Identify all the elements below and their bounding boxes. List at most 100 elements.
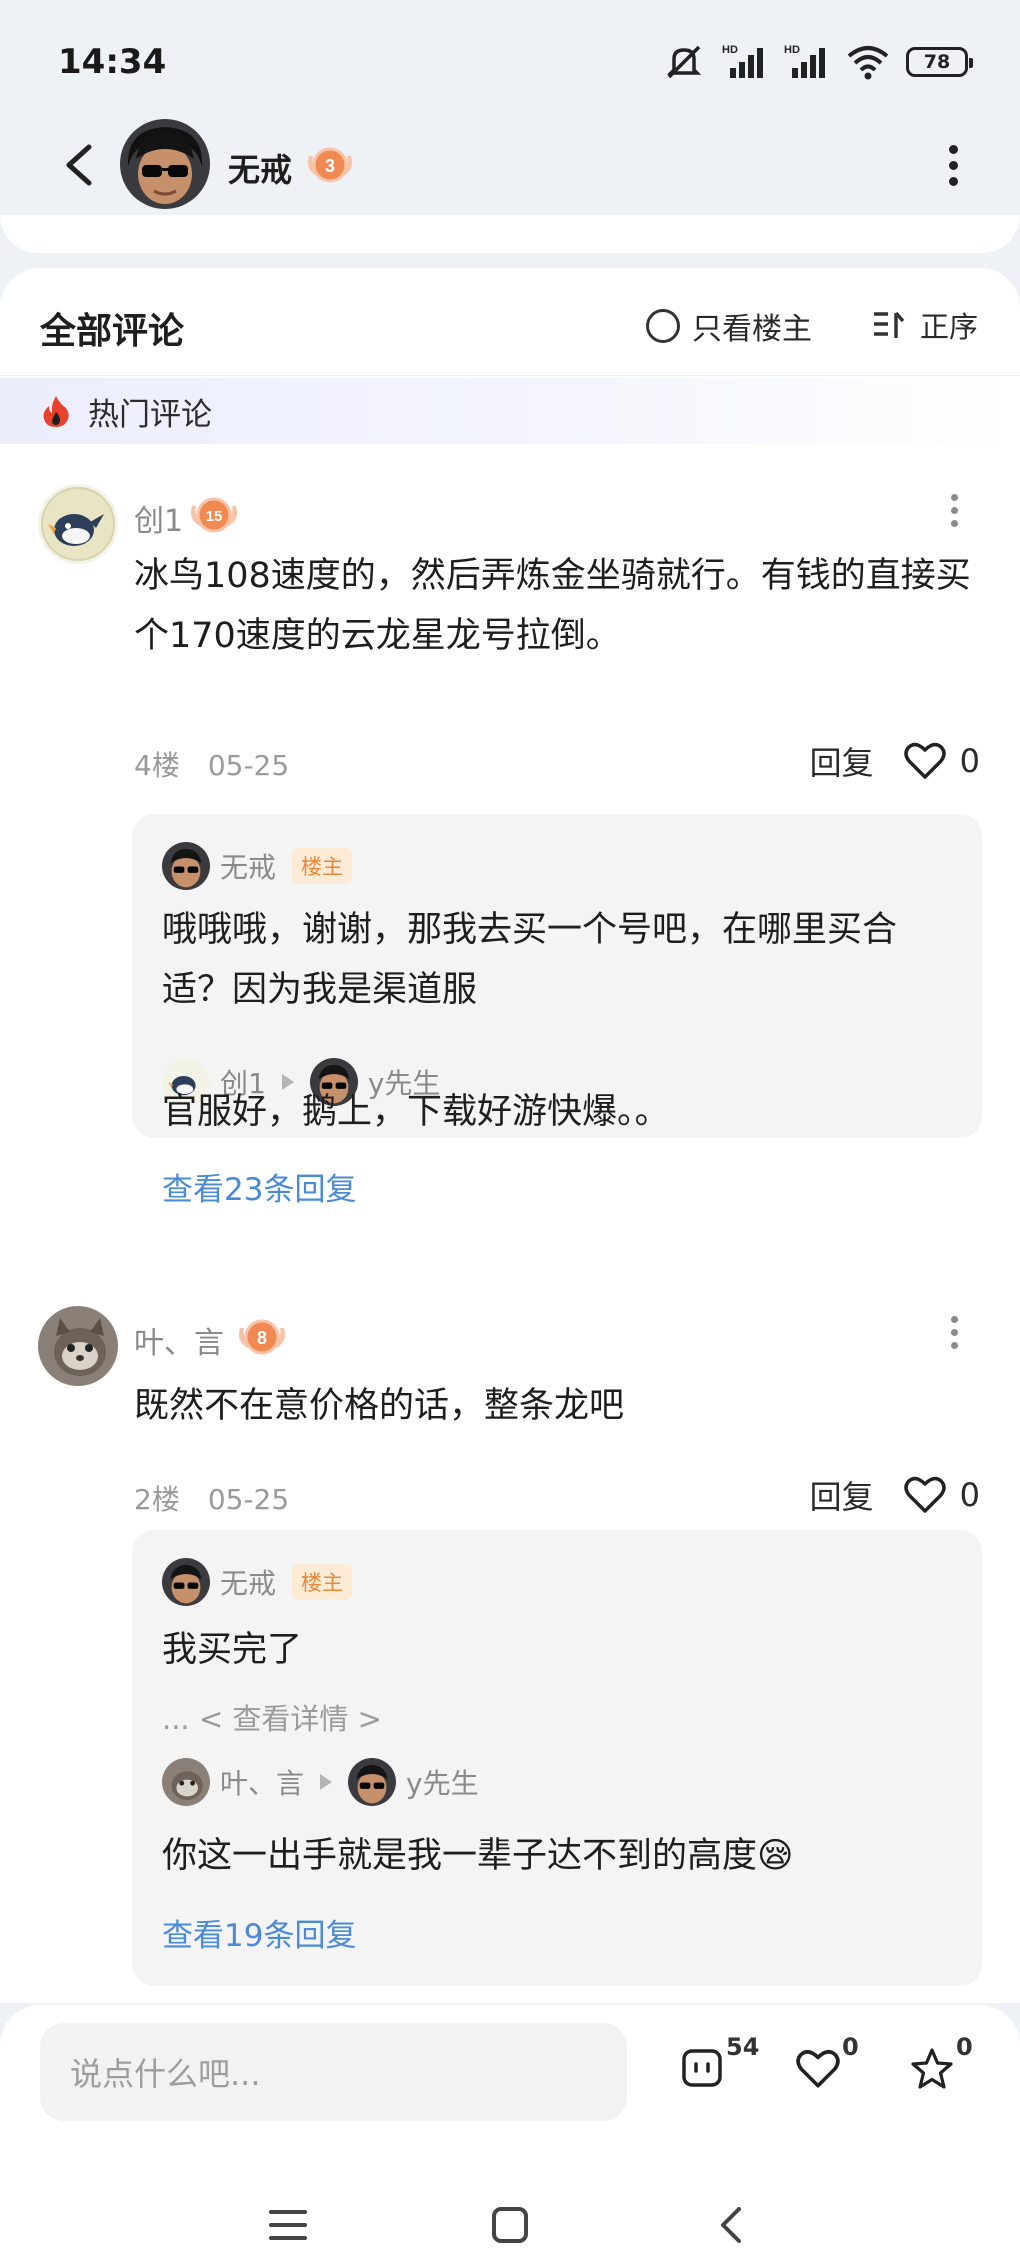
reply-target-avatar[interactable]	[348, 1758, 397, 1806]
op-tag: 楼主	[292, 848, 353, 884]
more-dot	[950, 1329, 958, 1336]
view-detail-link[interactable]: ... < 查看详情 >	[162, 1696, 382, 1738]
reply-button[interactable]: 回复	[810, 738, 874, 784]
op-tag: 楼主	[292, 1564, 353, 1600]
level-badge-text: 8	[257, 1328, 267, 1348]
cat-avatar-image	[38, 1306, 118, 1386]
favorite-count: 0	[956, 2033, 973, 2061]
commenter-name[interactable]: 叶、言	[134, 1318, 224, 1362]
only-op-label: 只看楼主	[692, 312, 812, 347]
comment-actions: 回复 0	[810, 738, 980, 784]
level-badge-text: 3	[325, 156, 335, 176]
more-dot	[948, 144, 958, 154]
comment-count: 54	[726, 2033, 760, 2061]
level-badge: 3	[305, 142, 355, 192]
fire-icon	[43, 396, 69, 427]
nav-menu-button[interactable]	[258, 2195, 318, 2255]
hot-comments-bar: 热门评论	[0, 378, 1020, 444]
reply-text: 我买完了	[162, 1630, 303, 1670]
comment-text: 既然不在意价格的话，整条龙吧	[134, 1386, 625, 1426]
comment-button[interactable]: 54	[680, 2033, 760, 2105]
only-op-toggle[interactable]: 只看楼主	[646, 304, 812, 348]
reply-avatar[interactable]	[162, 1758, 210, 1806]
radio-circle-icon	[646, 309, 680, 343]
reply-author-name[interactable]: 叶、言	[220, 1762, 304, 1802]
status-time: 14:34	[58, 42, 167, 82]
reply-text: 哦哦哦，谢谢，那我去买一个号吧，在哪里买合适？因为我是渠道服	[162, 910, 898, 1010]
reply-author-line: 无戒 楼主	[162, 842, 353, 890]
back-button[interactable]	[48, 135, 108, 195]
comment-more-button[interactable]	[944, 1316, 964, 1349]
comment-icon	[682, 2049, 722, 2087]
reply-author-name[interactable]: 无戒	[220, 846, 276, 886]
reply-target-name[interactable]: y先生	[406, 1762, 479, 1802]
comment-more-button[interactable]	[944, 494, 964, 527]
reply-chain-line: 叶、言 y先生	[162, 1758, 479, 1806]
user-avatar-image	[348, 1758, 397, 1806]
wifi-icon	[847, 46, 889, 80]
favorite-button[interactable]: 0	[910, 2033, 973, 2105]
all-comments-title: 全部评论	[40, 311, 185, 352]
avatar[interactable]	[120, 119, 210, 209]
like-count: 0	[959, 1476, 980, 1514]
reply-button[interactable]: 回复	[810, 1472, 874, 1518]
reply-box-overlay	[132, 814, 982, 815]
menu-icon	[269, 2210, 307, 2240]
reply-author-line: 无戒 楼主	[162, 1558, 353, 1606]
reply-text: 官服好，鹅上，下载好游快爆。。	[162, 1092, 670, 1132]
like-count: 0	[842, 2033, 859, 2061]
comment-meta: 4楼 05-25	[134, 744, 289, 784]
header: 无戒 3	[0, 115, 1020, 215]
more-dot	[950, 1342, 958, 1349]
home-icon	[492, 2207, 528, 2243]
commenter-name[interactable]: 创1	[134, 496, 183, 540]
comment-item: 叶、言 8 既然不在意价格的话，整条龙吧 2楼 05-25 回复 0 无戒 楼主…	[0, 1306, 1020, 1986]
sort-label: 正序	[919, 310, 978, 344]
level-badge: 15	[188, 492, 240, 542]
comment-date: 05-25	[207, 1483, 290, 1516]
floor-number: 4楼	[134, 749, 180, 782]
comment-date: 05-25	[207, 749, 290, 782]
svg-text:HD: HD	[722, 44, 738, 56]
view-replies-link[interactable]: 查看23条回复	[162, 1164, 356, 1209]
star-icon	[911, 2048, 953, 2089]
comment-text: 冰鸟108速度的，然后弄炼金坐骑就行。有钱的直接买个170速度的云龙星龙号拉倒。	[134, 556, 971, 656]
heart-icon	[796, 2050, 840, 2088]
view-replies-link[interactable]: 查看19条回复	[162, 1910, 356, 1955]
commenter-avatar[interactable]	[38, 1306, 118, 1386]
sort-button[interactable]: 正序	[872, 304, 978, 346]
more-dot	[950, 1316, 958, 1323]
like-count: 0	[959, 742, 980, 780]
back-nav-icon	[721, 2207, 741, 2243]
like-button[interactable]: 0	[903, 742, 980, 780]
more-options-button[interactable]	[928, 140, 978, 190]
like-button[interactable]: 0	[903, 1476, 980, 1514]
more-dot	[950, 507, 958, 514]
comment-actions: 回复 0	[810, 1472, 980, 1518]
status-bar: 14:34 HD HD 78	[0, 0, 1020, 120]
nav-back-button[interactable]	[700, 2195, 760, 2255]
like-post-button[interactable]: 0	[796, 2033, 859, 2105]
username[interactable]: 无戒	[228, 145, 292, 191]
comment-meta: 2楼 05-25	[134, 1478, 289, 1518]
more-dot	[948, 160, 958, 170]
user-avatar-image	[120, 119, 210, 209]
bird-avatar-image	[38, 484, 118, 564]
commenter-avatar[interactable]	[38, 484, 118, 564]
reply-box: 无戒 楼主 我买完了 ... < 查看详情 > 叶、言 y先生 你这一出手就是我…	[132, 1530, 982, 1986]
comment-item: 创1 15 冰鸟108速度的，然后弄炼金坐骑就行。有钱的直接买个170速度的云龙…	[0, 484, 1020, 1138]
comments-header: 全部评论 只看楼主 正序	[0, 268, 1020, 376]
level-badge: 8	[236, 1314, 288, 1364]
bottom-input-bar: 说点什么吧... 54 0 0	[0, 2005, 1020, 2267]
comment-input[interactable]: 说点什么吧...	[40, 2023, 627, 2121]
heart-icon	[903, 742, 946, 779]
nav-home-button[interactable]	[480, 2195, 540, 2255]
back-arrow-icon	[66, 144, 92, 186]
user-avatar-image	[162, 1558, 210, 1606]
reply-avatar[interactable]	[162, 1558, 210, 1606]
previous-card-edge	[0, 215, 1020, 253]
reply-avatar[interactable]	[162, 842, 210, 890]
reply-author-name[interactable]: 无戒	[220, 1562, 276, 1602]
svg-text:HD: HD	[784, 44, 800, 56]
floor-number: 2楼	[134, 1483, 180, 1516]
